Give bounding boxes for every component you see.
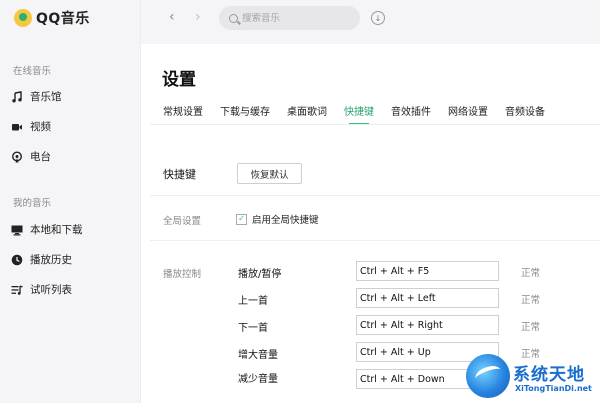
shortcut-status: 正常	[521, 295, 541, 306]
section-divider	[150, 240, 600, 241]
section-divider	[150, 195, 600, 196]
sidebar-item-label: 视频	[30, 121, 51, 133]
back-arrow-icon[interactable]: ‹	[169, 9, 175, 25]
sidebar-item-label: 本地和下载	[30, 224, 83, 236]
page-title: 设置	[162, 70, 196, 90]
forward-arrow-icon[interactable]: ›	[195, 9, 201, 25]
checkmark-icon[interactable]: ✓	[236, 213, 247, 225]
radio-icon	[11, 150, 23, 163]
sidebar-item-history[interactable]: 播放历史	[11, 252, 72, 267]
download-icon[interactable]: ↓	[371, 11, 385, 25]
settings-tabs: 常规设置 下载与缓存 桌面歌词 快捷键 音效插件 网络设置 音频设备	[163, 103, 562, 125]
checkbox-label: 启用全局快捷键	[252, 215, 319, 226]
app-logo[interactable]: QQ音乐	[14, 8, 90, 28]
shortcut-status: 正常	[521, 268, 541, 279]
my-music-section-title: 我的音乐	[13, 198, 52, 209]
shortcut-row-label: 播放/暂停	[238, 269, 282, 280]
sidebar-item-trial-list[interactable]: 试听列表	[11, 282, 72, 297]
reset-default-button[interactable]: 恢复默认	[237, 163, 302, 184]
music-note-icon	[11, 90, 23, 103]
shortcut-key-field[interactable]: Ctrl + Alt + Right	[356, 315, 499, 335]
search-box[interactable]	[219, 6, 360, 30]
playlist-icon	[11, 284, 23, 296]
watermark-url: XiTongTianDi.net	[515, 384, 592, 393]
sidebar-item-label: 播放历史	[30, 254, 72, 266]
tab-audio-device[interactable]: 音频设备	[505, 103, 545, 125]
video-icon	[11, 121, 23, 133]
tab-divider	[150, 124, 600, 125]
qq-music-logo-icon	[14, 9, 32, 27]
tab-sound-plugins[interactable]: 音效插件	[391, 103, 431, 125]
search-input[interactable]	[242, 12, 352, 24]
shortcut-key-field[interactable]: Ctrl + Alt + Left	[356, 288, 499, 308]
tab-desktop-lyrics[interactable]: 桌面歌词	[287, 103, 327, 125]
sidebar-item-label: 电台	[30, 151, 51, 163]
online-music-section-title: 在线音乐	[13, 66, 52, 77]
shortcut-row-label: 减少音量	[238, 374, 278, 385]
shortcut-row-label: 增大音量	[238, 350, 278, 361]
sidebar-item-label: 音乐馆	[30, 91, 62, 103]
enable-global-shortcut-checkbox[interactable]: ✓ 启用全局快捷键	[236, 212, 319, 226]
watermark-title: 系统天地	[513, 365, 585, 385]
sidebar: QQ音乐 在线音乐 音乐馆 视频 电台 我的音乐 本地和下载 播放历史 试听列表	[0, 0, 141, 403]
sidebar-item-label: 试听列表	[30, 284, 72, 296]
sidebar-item-music-hall[interactable]: 音乐馆	[11, 89, 62, 104]
shortcut-row-label: 下一首	[238, 323, 268, 334]
global-settings-label: 全局设置	[163, 216, 202, 227]
tab-download-cache[interactable]: 下载与缓存	[220, 103, 270, 125]
sidebar-item-local-download[interactable]: 本地和下载	[11, 222, 83, 237]
app-name: QQ音乐	[36, 11, 90, 27]
site-watermark: 系统天地 XiTongTianDi.net	[466, 354, 600, 403]
play-control-label: 播放控制	[163, 269, 202, 280]
tab-general[interactable]: 常规设置	[163, 103, 203, 125]
sidebar-item-radio[interactable]: 电台	[11, 149, 51, 164]
shortcut-status: 正常	[521, 322, 541, 333]
search-icon	[229, 13, 238, 23]
sidebar-item-video[interactable]: 视频	[11, 119, 51, 134]
tab-shortcuts[interactable]: 快捷键	[344, 103, 374, 125]
monitor-icon	[11, 224, 23, 236]
watermark-logo-icon	[466, 354, 510, 398]
clock-icon	[11, 254, 23, 266]
shortcut-section-label: 快捷键	[163, 168, 196, 181]
top-bar: ‹ ›	[141, 0, 600, 44]
shortcut-row-label: 上一首	[238, 296, 268, 307]
tab-network[interactable]: 网络设置	[448, 103, 488, 125]
shortcut-key-field[interactable]: Ctrl + Alt + F5	[356, 261, 499, 281]
